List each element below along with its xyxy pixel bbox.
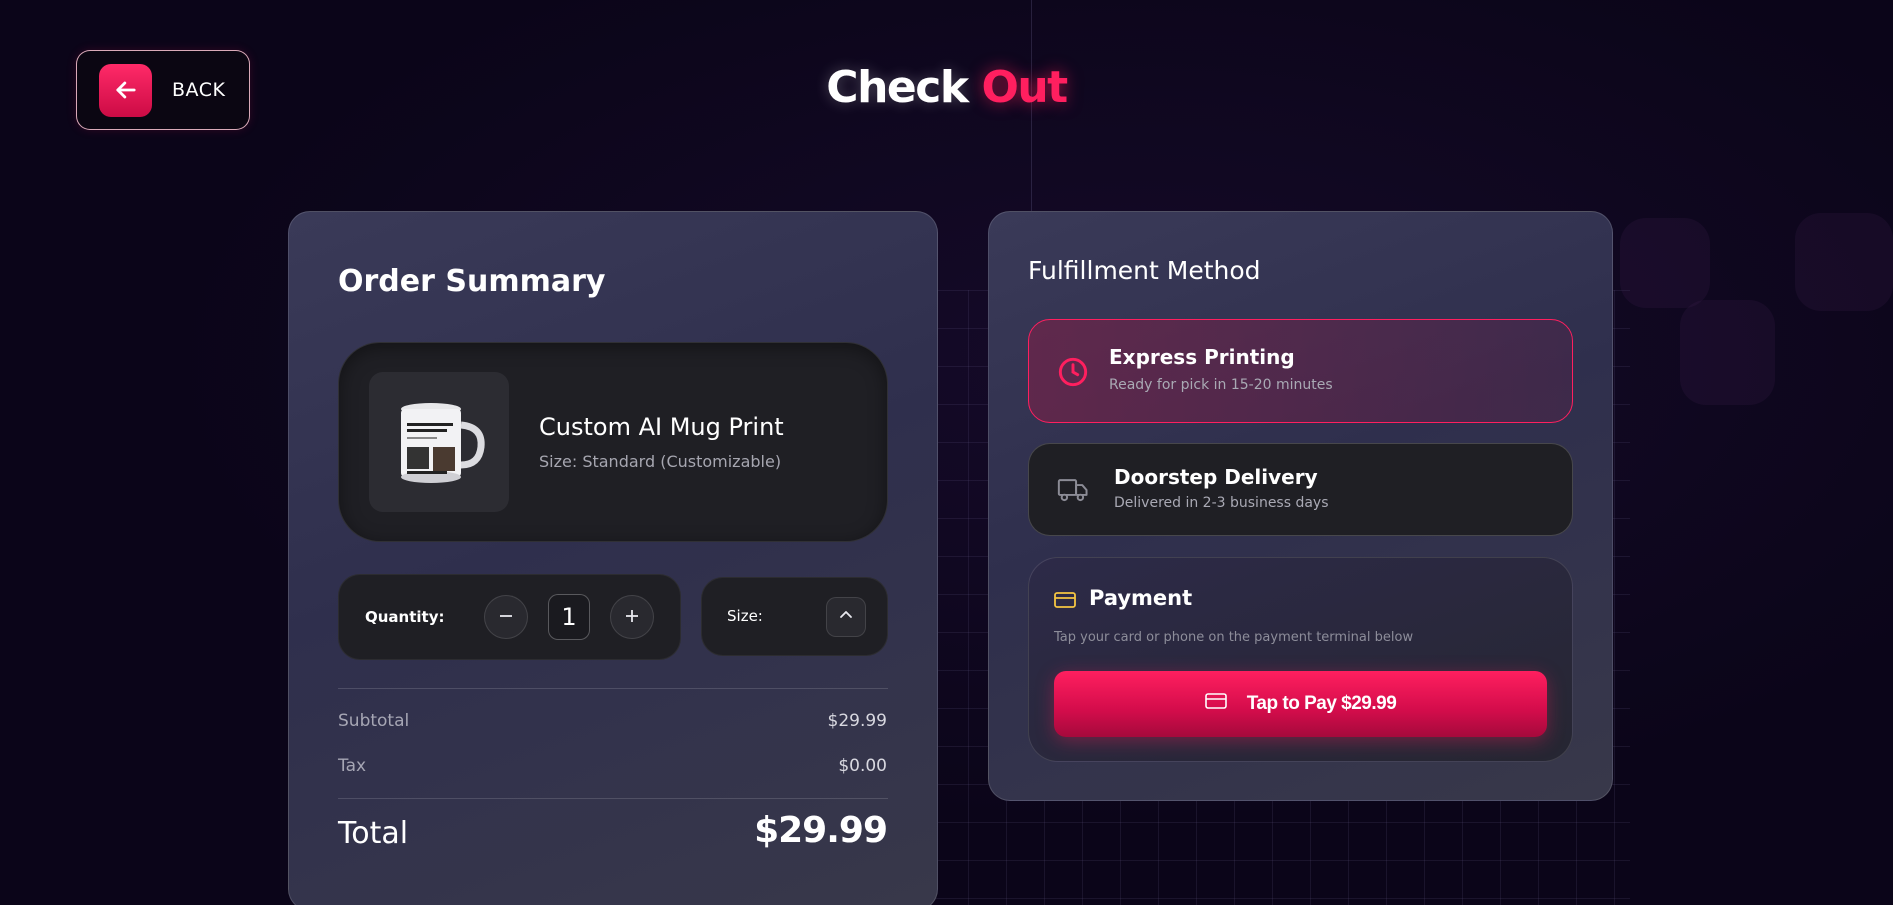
product-card: Custom AI Mug Print Size: Standard (Cust… bbox=[338, 342, 888, 542]
size-selector: Size: bbox=[701, 577, 888, 656]
payment-subtitle: Tap your card or phone on the payment te… bbox=[1054, 630, 1414, 645]
total-label: Total bbox=[338, 816, 409, 851]
order-summary-title: Order Summary bbox=[338, 264, 606, 299]
option-title: Express Printing bbox=[1109, 345, 1295, 369]
divider bbox=[338, 798, 888, 799]
size-toggle-button[interactable] bbox=[826, 597, 866, 637]
fulfillment-option-express[interactable]: Express Printing Ready for pick in 15-20… bbox=[1028, 319, 1573, 423]
order-summary-card: Order Summary Custom AI Mug Print Size: bbox=[288, 211, 938, 905]
credit-card-icon bbox=[1054, 591, 1076, 613]
size-label: Size: bbox=[727, 607, 763, 625]
background-tile bbox=[1795, 213, 1893, 311]
product-size: Size: Standard (Customizable) bbox=[539, 452, 782, 471]
background-tile bbox=[1680, 300, 1775, 405]
tap-to-pay-label: Tap to Pay $29.99 bbox=[1246, 693, 1397, 714]
page-title-part1: Check bbox=[826, 62, 969, 113]
quantity-label: Quantity: bbox=[365, 608, 445, 626]
subtotal-value: $29.99 bbox=[827, 711, 887, 731]
payment-section: Payment Tap your card or phone on the pa… bbox=[1028, 557, 1573, 762]
divider bbox=[338, 688, 888, 689]
truck-icon bbox=[1057, 476, 1089, 508]
background-tile bbox=[1620, 218, 1710, 308]
plus-icon bbox=[624, 605, 640, 630]
mug-icon bbox=[369, 372, 509, 512]
payment-title: Payment bbox=[1089, 586, 1193, 610]
decrease-quantity-button[interactable] bbox=[484, 595, 528, 639]
tax-value: $0.00 bbox=[838, 756, 887, 776]
fulfillment-option-delivery[interactable]: Doorstep Delivery Delivered in 2-3 busin… bbox=[1028, 443, 1573, 536]
checkout-screen: BACK Check Out Order Summary Custom AI M… bbox=[0, 0, 1893, 905]
total-value: $29.99 bbox=[754, 810, 888, 851]
fulfillment-card: Fulfillment Method Express Printing Read… bbox=[988, 211, 1613, 801]
subtotal-label: Subtotal bbox=[338, 711, 410, 731]
page-title-part2: Out bbox=[981, 62, 1068, 113]
quantity-stepper: Quantity: 1 bbox=[338, 574, 681, 660]
product-name: Custom AI Mug Print bbox=[539, 413, 784, 441]
tap-to-pay-button[interactable]: Tap to Pay $29.99 bbox=[1054, 671, 1547, 737]
tax-label: Tax bbox=[338, 756, 367, 776]
increase-quantity-button[interactable] bbox=[610, 595, 654, 639]
option-subtitle: Delivered in 2-3 business days bbox=[1114, 495, 1329, 511]
option-title: Doorstep Delivery bbox=[1114, 465, 1318, 489]
option-subtitle: Ready for pick in 15-20 minutes bbox=[1109, 377, 1333, 393]
quantity-value[interactable]: 1 bbox=[548, 594, 590, 640]
credit-card-icon bbox=[1204, 692, 1227, 716]
clock-icon bbox=[1057, 356, 1089, 392]
chevron-up-icon bbox=[838, 607, 854, 627]
minus-icon bbox=[498, 605, 514, 630]
fulfillment-title: Fulfillment Method bbox=[1028, 256, 1261, 285]
page-title: Check Out bbox=[0, 62, 1893, 113]
